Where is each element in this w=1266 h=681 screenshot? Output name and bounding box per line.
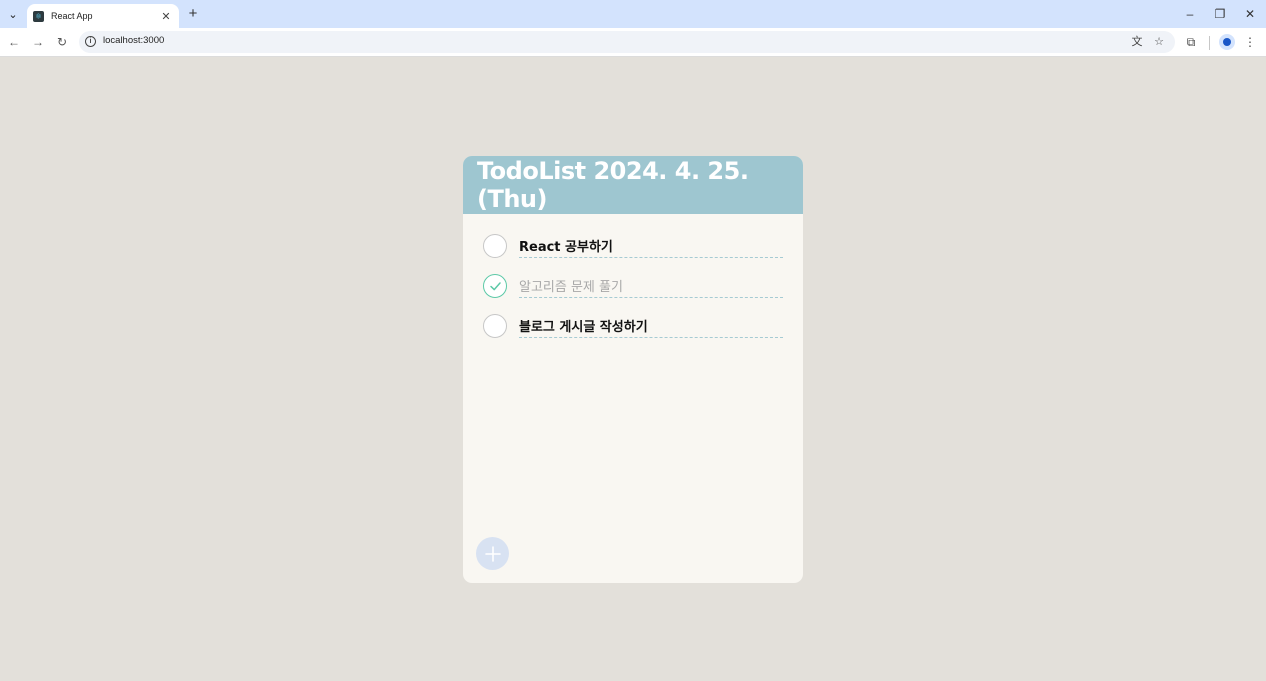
todo-divider bbox=[519, 297, 783, 298]
restore-button[interactable]: ❐ bbox=[1213, 6, 1227, 22]
check-icon bbox=[490, 282, 501, 291]
extensions-icon[interactable]: ⧉ bbox=[1183, 34, 1199, 50]
page-title: TodoList 2024. 4. 25. (Thu) bbox=[477, 157, 749, 213]
browser-tab[interactable]: ⚛ React App ✕ bbox=[27, 4, 179, 28]
todo-checkbox[interactable] bbox=[483, 234, 507, 258]
plus-icon bbox=[484, 545, 501, 562]
todo-item[interactable]: 알고리즘 문제 풀기 bbox=[463, 274, 803, 304]
todo-item[interactable]: React 공부하기 bbox=[463, 234, 803, 264]
browser-toolbar: ← → ↻ i localhost:3000 文 ☆ ⧉ ⋮ bbox=[0, 28, 1266, 57]
profile-icon[interactable] bbox=[1219, 34, 1235, 50]
toolbar-divider bbox=[1209, 36, 1210, 50]
todo-divider bbox=[519, 257, 783, 258]
close-window-button[interactable]: ✕ bbox=[1243, 6, 1257, 22]
new-tab-button[interactable]: + bbox=[186, 6, 200, 22]
tab-search-icon[interactable]: ⌄ bbox=[4, 5, 22, 23]
add-todo-button[interactable] bbox=[476, 537, 509, 570]
tab-title: React App bbox=[51, 11, 93, 21]
todo-divider bbox=[519, 337, 783, 338]
todo-text: 블로그 게시글 작성하기 bbox=[519, 320, 648, 335]
todo-checkbox-checked[interactable] bbox=[483, 274, 507, 298]
todo-item[interactable]: 블로그 게시글 작성하기 bbox=[463, 314, 803, 344]
todo-text: React 공부하기 bbox=[519, 240, 613, 255]
todo-card: TodoList 2024. 4. 25. (Thu) React 공부하기 알… bbox=[463, 156, 803, 583]
info-icon[interactable]: i bbox=[85, 36, 96, 47]
address-bar[interactable]: i localhost:3000 文 ☆ bbox=[79, 31, 1175, 53]
url-text[interactable]: localhost:3000 bbox=[103, 35, 164, 46]
forward-icon[interactable]: → bbox=[30, 34, 46, 50]
back-icon[interactable]: ← bbox=[6, 34, 22, 50]
react-favicon: ⚛ bbox=[33, 10, 44, 22]
todo-header: TodoList 2024. 4. 25. (Thu) bbox=[463, 156, 803, 214]
todo-text: 알고리즘 문제 풀기 bbox=[519, 280, 623, 295]
tab-close-icon[interactable]: ✕ bbox=[160, 10, 172, 23]
todo-checkbox[interactable] bbox=[483, 314, 507, 338]
minimize-button[interactable]: – bbox=[1183, 6, 1197, 22]
reload-icon[interactable]: ↻ bbox=[54, 34, 70, 50]
star-icon[interactable]: ☆ bbox=[1152, 35, 1166, 49]
tab-strip: ⌄ ⚛ React App ✕ + – ❐ ✕ bbox=[0, 0, 1266, 28]
menu-icon[interactable]: ⋮ bbox=[1242, 34, 1258, 50]
translate-icon[interactable]: 文 bbox=[1130, 35, 1144, 49]
